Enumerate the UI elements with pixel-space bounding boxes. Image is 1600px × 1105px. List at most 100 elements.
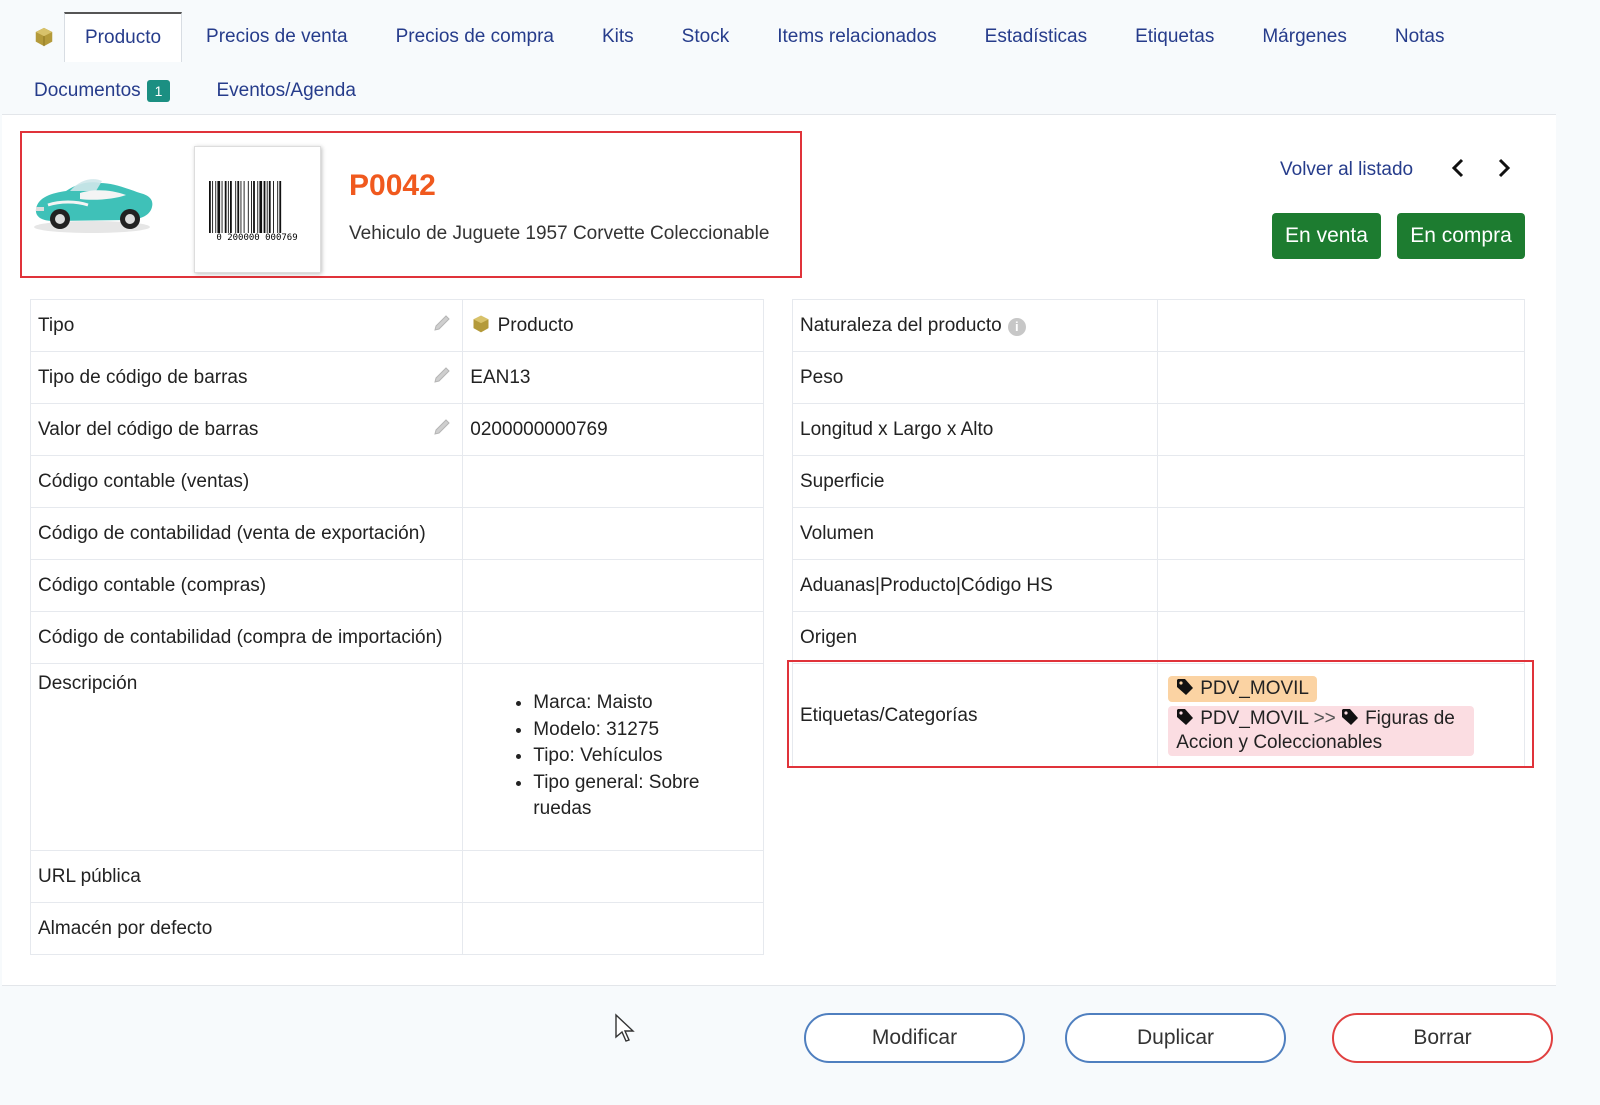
tab-documentos-label: Documentos [34,80,141,101]
edit-pencil-icon[interactable] [432,365,452,391]
product-box-icon [24,12,64,62]
barcode-value-label: Valor del código de barras [38,418,259,440]
table-row: Etiquetas/Categorías PDV_MOVIL PDV_MOVIL… [791,663,1525,768]
next-chevron-icon[interactable] [1487,154,1521,185]
volume-value [1157,507,1525,560]
barcode-bar [243,181,245,233]
dimensions-label: Longitud x Largo x Alto [791,403,1159,456]
mouse-cursor-icon [614,1013,636,1048]
previous-chevron-icon[interactable] [1441,154,1475,185]
accounting-buy-value [462,559,764,612]
table-row: Código de contabilidad (venta de exporta… [29,507,764,560]
tab-producto[interactable]: Producto [64,12,183,62]
info-icon[interactable]: i [1007,317,1026,336]
tab-items-relacionados[interactable]: Items relacionados [749,12,956,62]
barcode-bar [253,181,255,233]
duplicate-button[interactable]: Duplicar [1065,1013,1286,1063]
barcode-bar [235,181,237,233]
barcode-bar [209,181,211,233]
barcode-bar [247,181,249,233]
property-value: Producto [462,299,764,352]
tab-stock[interactable]: Stock [654,12,750,62]
nature-label: Naturaleza del producto [800,314,1002,336]
table-row: Tipo de código de barras EAN13 [29,351,764,404]
barcode-bar [268,181,271,233]
tab-kits[interactable]: Kits [574,12,654,62]
barcode-bar [217,181,221,233]
tab-precios-compra[interactable]: Precios de compra [368,12,574,62]
delete-button[interactable]: Borrar [1332,1013,1553,1063]
tabs-row-2: Documentos 1 Eventos/Agenda [14,66,376,116]
table-row: URL pública [29,850,764,903]
accounting-import-value [462,611,764,664]
barcode-bar [273,181,274,233]
accounting-export-value [462,507,764,560]
table-row: Aduanas|Producto|Código HS [791,559,1525,612]
barcode-bar [266,181,268,233]
barcode-image[interactable]: 0 200000 000769 [194,146,321,273]
barcode-bar [227,181,229,233]
category-tag[interactable]: PDV_MOVIL >> Figuras de Accion y Colecci… [1168,705,1475,756]
description-value: Marca: Maisto Modelo: 31275 Tipo: Vehícu… [462,663,764,851]
tipo-value: Producto [497,315,574,336]
table-row: Código de contabilidad (compra de import… [29,611,764,664]
accounting-import-label: Código de contabilidad (compra de import… [29,611,464,664]
category-tag[interactable]: PDV_MOVIL [1168,675,1317,702]
accounting-buy-label: Código contable (compras) [29,559,464,612]
modify-button[interactable]: Modificar [804,1013,1025,1063]
property-key: Tipo [29,299,464,352]
hs-code-value [1157,559,1525,612]
table-row: Código contable (ventas) [29,455,764,508]
barcode-bar [215,181,217,233]
barcode-bar [221,181,223,233]
edit-pencil-icon[interactable] [432,313,452,339]
back-to-list-link[interactable]: Volver al listado [1280,159,1413,181]
tab-documentos[interactable]: Documentos 1 [14,66,190,116]
table-row: Superficie [791,455,1525,508]
record-navigation: Volver al listado [1280,154,1521,185]
edit-pencil-icon[interactable] [432,417,452,443]
table-row: Código contable (compras) [29,559,764,612]
tag-parent-label: PDV_MOVIL [1200,707,1309,729]
barcode-bar [224,181,227,233]
default-warehouse-label: Almacén por defecto [29,902,464,955]
tab-estadisticas[interactable]: Estadísticas [957,12,1107,62]
tab-eventos-agenda[interactable]: Eventos/Agenda [190,66,375,116]
documents-count-badge: 1 [146,80,171,102]
barcode-bar [277,181,279,233]
product-photo[interactable] [30,149,160,249]
barcode-type-value: EAN13 [462,351,764,404]
accounting-sell-value [462,455,764,508]
table-row: Peso [791,351,1525,404]
table-row: Descripción Marca: Maisto Modelo: 31275 … [29,663,764,851]
on-sale-status-button[interactable]: En venta [1272,213,1381,259]
table-row: Tipo Producto [29,299,764,352]
barcode-digits: 0 200000 000769 [216,233,297,243]
right-properties-table: Naturaleza del producto i Peso Longitud x… [791,299,1525,768]
property-key: Tipo de código de barras [29,351,464,404]
volume-label: Volumen [791,507,1159,560]
table-row: Origen [791,611,1525,664]
tag-icon [1177,678,1194,695]
on-purchase-status-button[interactable]: En compra [1397,213,1525,259]
tag-separator: >> [1313,707,1336,729]
default-warehouse-value [462,902,764,955]
tab-etiquetas[interactable]: Etiquetas [1107,12,1234,62]
property-key: Naturaleza del producto i [791,299,1159,352]
barcode-bar [230,181,232,233]
product-ref: P0042 [349,169,436,202]
tags-categories-label: Etiquetas/Categorías [791,663,1159,768]
tipo-label: Tipo [38,314,75,336]
nature-value [1157,299,1525,352]
barcode-bar [279,181,282,233]
tab-precios-venta[interactable]: Precios de venta [182,12,368,62]
tab-margenes[interactable]: Márgenes [1234,12,1367,62]
accounting-export-label: Código de contabilidad (venta de exporta… [29,507,464,560]
barcode-value-value: 0200000000769 [462,403,764,456]
table-row: Volumen [791,507,1525,560]
barcode-bar [212,181,214,233]
barcode-bar [263,181,266,233]
tab-notas[interactable]: Notas [1367,12,1465,62]
description-list: Marca: Maisto Modelo: 31275 Tipo: Vehícu… [470,690,756,823]
tag-icon [1177,708,1194,725]
